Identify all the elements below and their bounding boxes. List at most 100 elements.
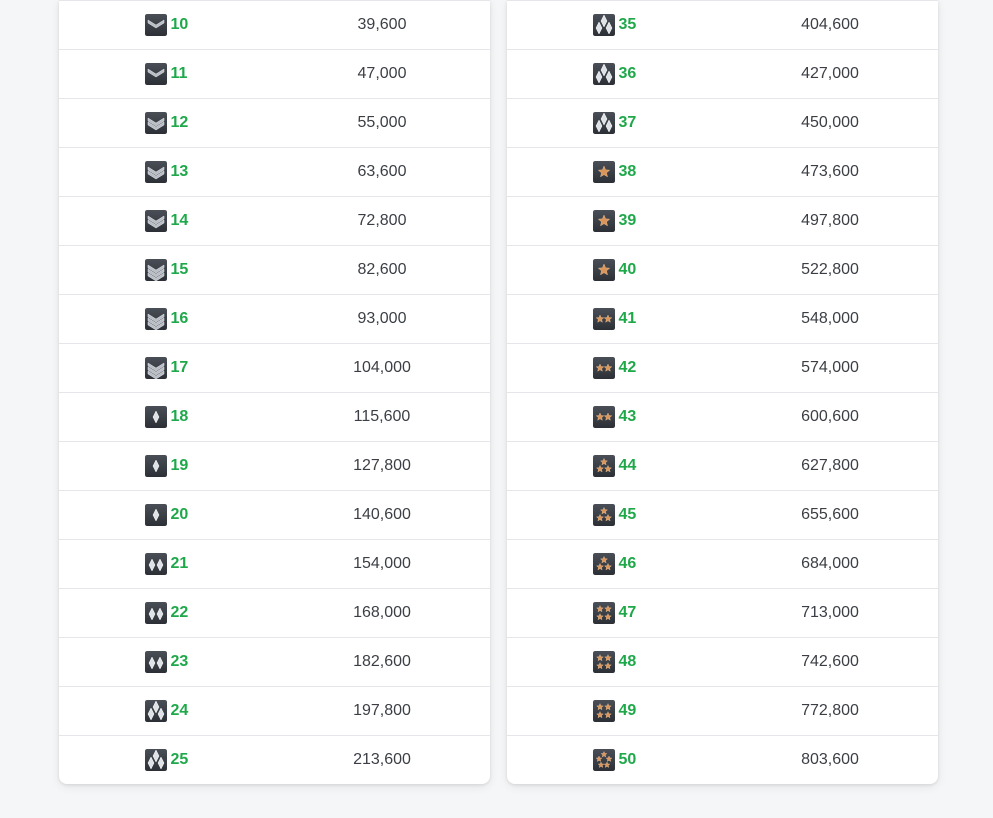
rank-cell: 44 bbox=[507, 455, 722, 477]
table-row: 44 627,800 bbox=[507, 441, 938, 490]
rank-number: 43 bbox=[618, 408, 637, 425]
rank-number: 50 bbox=[618, 751, 637, 768]
rank-number: 38 bbox=[618, 163, 637, 180]
rank-number: 15 bbox=[170, 261, 189, 278]
diamond-2-rank-icon bbox=[144, 553, 167, 575]
diamond-3-rank-icon bbox=[592, 14, 615, 36]
table-row: 23 182,600 bbox=[59, 637, 490, 686]
chevron-2-rank-icon bbox=[144, 210, 167, 232]
star-1-rank-icon bbox=[592, 210, 615, 232]
rank-cell: 14 bbox=[59, 210, 274, 232]
xp-value: 627,800 bbox=[801, 457, 859, 474]
table-row: 11 47,000 bbox=[59, 49, 490, 98]
xp-value: 574,000 bbox=[801, 359, 859, 376]
xp-value: 404,600 bbox=[801, 16, 859, 33]
rank-cell: 36 bbox=[507, 63, 722, 85]
rank-cell: 23 bbox=[59, 651, 274, 673]
star-3-rank-icon bbox=[592, 553, 615, 575]
rank-cell: 46 bbox=[507, 553, 722, 575]
xp-value: 427,000 bbox=[801, 65, 859, 82]
table-row: 36 427,000 bbox=[507, 49, 938, 98]
rank-number: 41 bbox=[618, 310, 637, 327]
rank-number: 25 bbox=[170, 751, 189, 768]
rank-number: 11 bbox=[170, 65, 188, 82]
rank-cell: 25 bbox=[59, 749, 274, 771]
star-3-rank-icon bbox=[592, 455, 615, 477]
xp-value: 497,800 bbox=[801, 212, 859, 229]
rank-cell: 37 bbox=[507, 112, 722, 134]
table-row: 45 655,600 bbox=[507, 490, 938, 539]
rank-number: 42 bbox=[618, 359, 637, 376]
diamond-3-rank-icon bbox=[592, 63, 615, 85]
table-row: 20 140,600 bbox=[59, 490, 490, 539]
xp-value: 522,800 bbox=[801, 261, 859, 278]
diamond-2-rank-icon bbox=[144, 651, 167, 673]
rank-cell: 22 bbox=[59, 602, 274, 624]
rank-cell: 20 bbox=[59, 504, 274, 526]
rank-cell: 47 bbox=[507, 602, 722, 624]
rank-number: 16 bbox=[170, 310, 189, 327]
table-row: 16 93,000 bbox=[59, 294, 490, 343]
star-2-rank-icon bbox=[592, 308, 615, 330]
rank-cell: 50 bbox=[507, 749, 722, 771]
xp-value: 473,600 bbox=[801, 163, 859, 180]
table-row: 12 55,000 bbox=[59, 98, 490, 147]
table-row: 40 522,800 bbox=[507, 245, 938, 294]
table-row: 10 39,600 bbox=[59, 0, 490, 49]
rank-number: 35 bbox=[618, 16, 637, 33]
diamond-1-rank-icon bbox=[144, 455, 167, 477]
rank-number: 48 bbox=[618, 653, 637, 670]
table-row: 50 803,600 bbox=[507, 735, 938, 784]
rank-cell: 17 bbox=[59, 357, 274, 379]
star-4-rank-icon bbox=[592, 651, 615, 673]
chevron-3-rank-icon bbox=[144, 357, 167, 379]
rank-number: 20 bbox=[170, 506, 189, 523]
xp-value: 115,600 bbox=[353, 408, 411, 425]
rank-cell: 16 bbox=[59, 308, 274, 330]
diamond-3-rank-icon bbox=[144, 749, 167, 771]
xp-value: 63,600 bbox=[357, 163, 407, 180]
xp-value: 548,000 bbox=[801, 310, 859, 327]
star-4-rank-icon bbox=[592, 602, 615, 624]
table-row: 25 213,600 bbox=[59, 735, 490, 784]
star-4-rank-icon bbox=[592, 700, 615, 722]
rank-table-left: 10 39,600 11 47,000 12 55,000 13 63,600 14 72,800… bbox=[59, 0, 490, 784]
table-row: 22 168,000 bbox=[59, 588, 490, 637]
chevron-1-rank-icon bbox=[144, 63, 167, 85]
rank-number: 49 bbox=[618, 702, 637, 719]
rank-number: 10 bbox=[170, 16, 189, 33]
xp-value: 450,000 bbox=[801, 114, 859, 131]
xp-value: 213,600 bbox=[353, 751, 411, 768]
table-row: 48 742,600 bbox=[507, 637, 938, 686]
xp-value: 684,000 bbox=[801, 555, 859, 572]
xp-value: 39,600 bbox=[357, 16, 407, 33]
table-row: 35 404,600 bbox=[507, 0, 938, 49]
diamond-2-rank-icon bbox=[144, 602, 167, 624]
xp-value: 803,600 bbox=[801, 751, 859, 768]
xp-value: 655,600 bbox=[801, 506, 859, 523]
table-row: 47 713,000 bbox=[507, 588, 938, 637]
rank-number: 46 bbox=[618, 555, 637, 572]
xp-value: 182,600 bbox=[353, 653, 411, 670]
table-row: 15 82,600 bbox=[59, 245, 490, 294]
rank-number: 22 bbox=[170, 604, 189, 621]
rank-cell: 12 bbox=[59, 112, 274, 134]
table-row: 13 63,600 bbox=[59, 147, 490, 196]
rank-number: 44 bbox=[618, 457, 637, 474]
xp-value: 140,600 bbox=[353, 506, 411, 523]
table-row: 43 600,600 bbox=[507, 392, 938, 441]
rank-number: 18 bbox=[170, 408, 189, 425]
chevron-3-rank-icon bbox=[144, 259, 167, 281]
rank-number: 21 bbox=[170, 555, 189, 572]
rank-cell: 13 bbox=[59, 161, 274, 183]
star-2-rank-icon bbox=[592, 357, 615, 379]
xp-value: 82,600 bbox=[357, 261, 407, 278]
table-row: 38 473,600 bbox=[507, 147, 938, 196]
table-row: 24 197,800 bbox=[59, 686, 490, 735]
diamond-1-rank-icon bbox=[144, 406, 167, 428]
rank-number: 14 bbox=[170, 212, 189, 229]
rank-cell: 21 bbox=[59, 553, 274, 575]
rank-number: 19 bbox=[170, 457, 189, 474]
rank-cell: 24 bbox=[59, 700, 274, 722]
star-5-rank-icon bbox=[592, 749, 615, 771]
